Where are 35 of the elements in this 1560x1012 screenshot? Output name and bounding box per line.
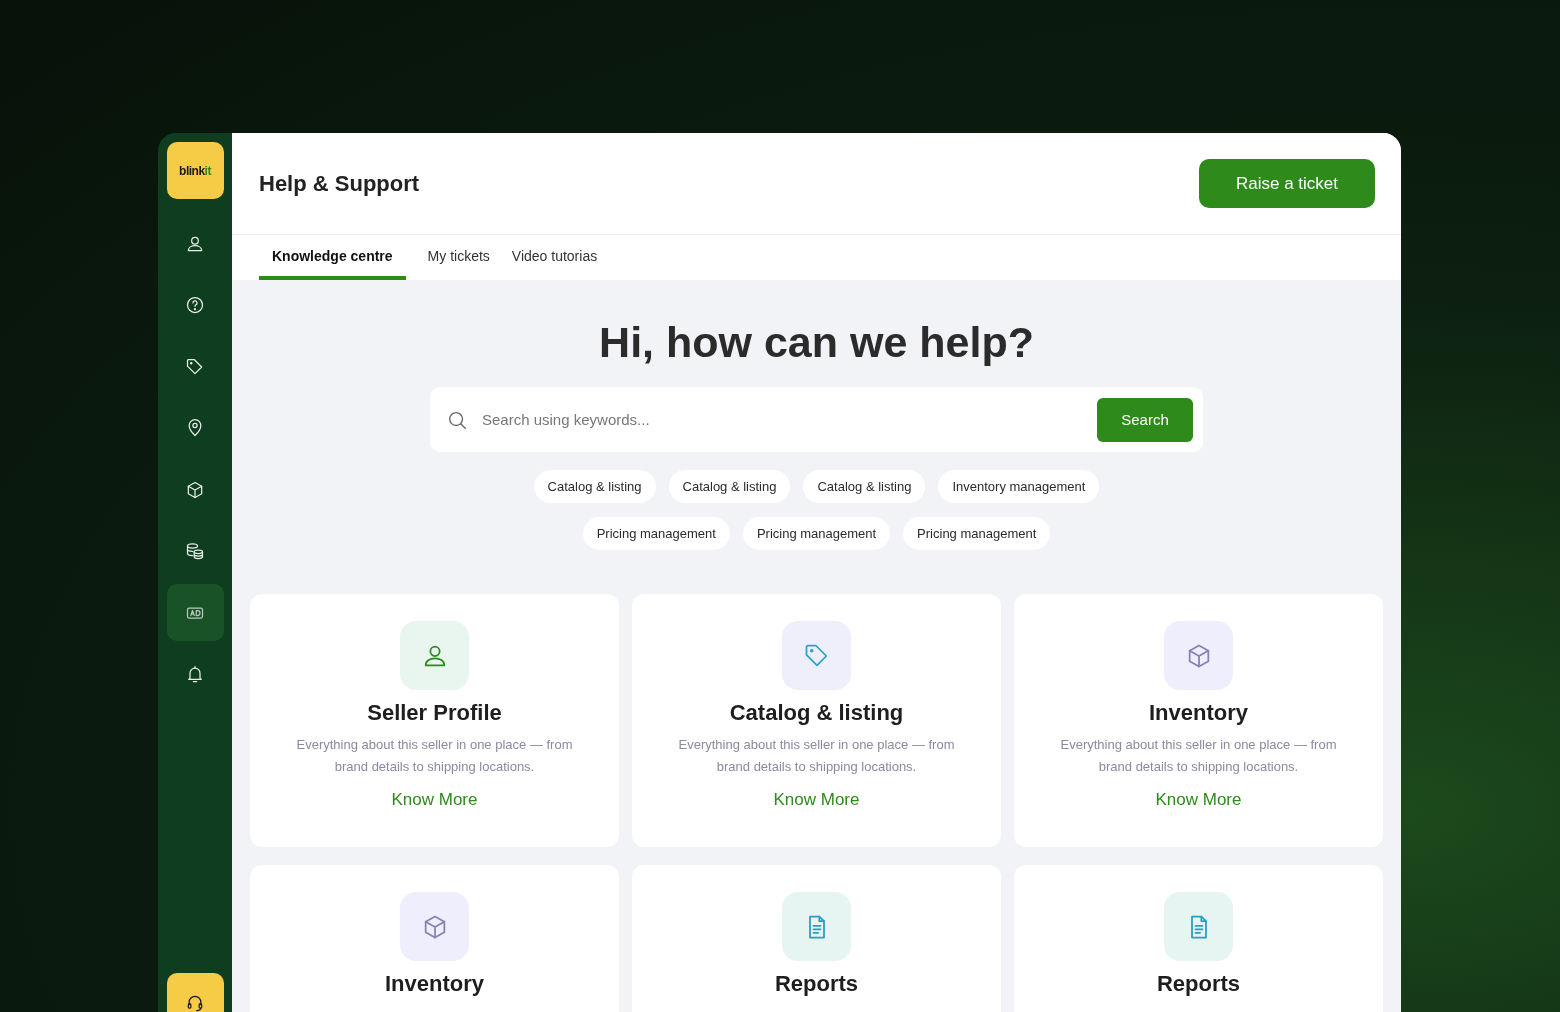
card-description: Everything about this seller in one place — from brand details to shipping locations. bbox=[295, 736, 574, 776]
search-button[interactable]: Search bbox=[1097, 397, 1193, 442]
topic-chip[interactable]: Catalog & listing bbox=[533, 470, 656, 503]
card-title: Inventory bbox=[385, 971, 484, 997]
topic-chip[interactable]: Pricing management bbox=[903, 517, 1051, 550]
sidebar-item[interactable] bbox=[166, 584, 224, 641]
card-description: Everything about this seller in one place — from brand details to shipping locations. bbox=[677, 736, 956, 776]
card-description: Everything about this seller in one place — from brand details to shipping locations. bbox=[1059, 736, 1338, 776]
card-title: Reports bbox=[774, 971, 859, 997]
coins-icon bbox=[185, 541, 205, 561]
card-title: Reports bbox=[1156, 971, 1241, 997]
tab[interactable]: Knowledge centre bbox=[259, 235, 406, 280]
bell-icon bbox=[185, 664, 205, 684]
hero-heading: Hi, how can we help? bbox=[599, 318, 1034, 367]
card-title: Catalog & listing bbox=[729, 700, 904, 726]
know-more-link[interactable]: Know More bbox=[1155, 790, 1242, 810]
cube-icon bbox=[185, 479, 205, 500]
card-title: Inventory bbox=[1149, 700, 1248, 726]
know-more-link[interactable]: Know More bbox=[391, 790, 478, 810]
topic-chip[interactable]: Pricing management bbox=[742, 517, 891, 550]
topic-chip[interactable]: Catalog & listing bbox=[803, 470, 926, 503]
topic-chip[interactable]: Catalog & listing bbox=[668, 470, 791, 503]
tag-icon bbox=[185, 356, 205, 377]
know-more-link[interactable]: Know More bbox=[773, 790, 860, 810]
tab[interactable]: My tickets bbox=[427, 235, 490, 280]
blinkit-logo: blinkit bbox=[166, 142, 224, 199]
tab[interactable]: Video tutorias bbox=[511, 235, 598, 280]
topic-chip[interactable]: Inventory management bbox=[938, 470, 1100, 503]
page-title: Help & Support bbox=[259, 170, 420, 197]
help-icon bbox=[185, 295, 205, 315]
raise-ticket-button[interactable]: Raise a ticket bbox=[1199, 159, 1375, 208]
topic-chip[interactable]: Pricing management bbox=[582, 517, 730, 550]
card-title: Seller Profile bbox=[367, 700, 502, 726]
search-field[interactable]: Search using keywords... Search bbox=[430, 387, 1203, 452]
headset-icon bbox=[185, 993, 205, 1012]
